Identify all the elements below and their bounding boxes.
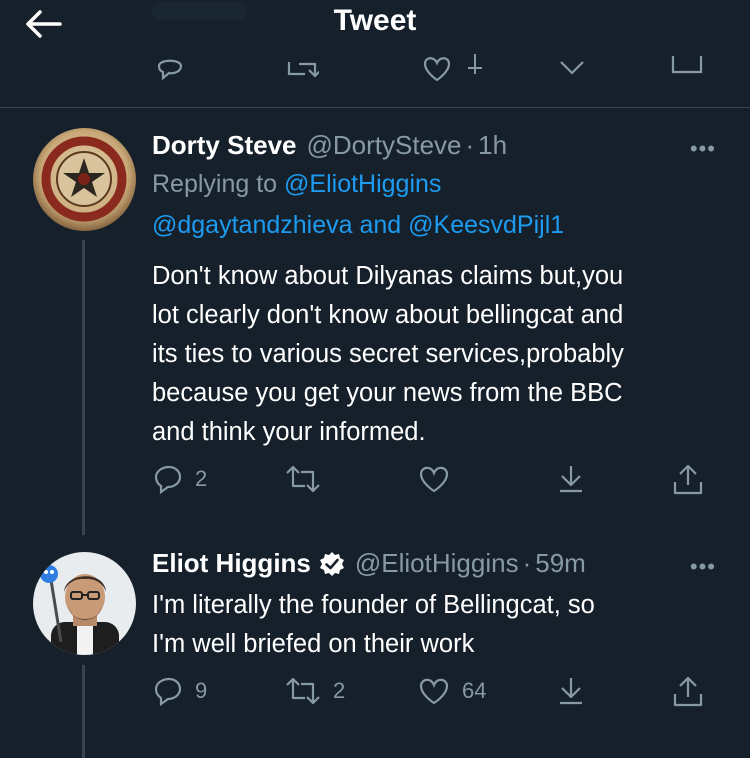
download-button[interactable] (556, 464, 586, 494)
more-options-icon[interactable]: ••• (690, 136, 716, 162)
tweet-text: Don't know about Dilyanas claims but,you… (152, 257, 727, 452)
reply-button[interactable]: 2 (153, 464, 207, 494)
like-button[interactable]: 64 (418, 676, 486, 706)
tweet-header: Dorty Steve @DortySteve · 1h (152, 130, 507, 161)
verified-badge-icon (319, 551, 345, 577)
tweet-text-line: and think your informed. (152, 418, 426, 446)
like-icon[interactable] (422, 54, 452, 86)
download-icon (560, 466, 582, 493)
separator: · (522, 548, 532, 578)
reply-count: 9 (195, 678, 208, 703)
like-icon (419, 466, 449, 493)
tweet-text-line: its ties to various secret services,prob… (152, 340, 624, 368)
reply-icon (154, 465, 182, 494)
share-button[interactable] (672, 676, 704, 708)
retweet-button[interactable] (285, 464, 333, 494)
download-button[interactable] (556, 676, 586, 706)
retweet-icon[interactable] (285, 54, 322, 86)
display-name[interactable]: Dorty Steve (152, 130, 297, 161)
tweet-text: I'm literally the founder of Bellingcat,… (152, 586, 727, 664)
plus-icon (468, 54, 482, 86)
replying-prefix: Replying to (152, 170, 278, 198)
replying-to: Replying to @EliotHiggins (152, 164, 441, 205)
tweet-text-line: lot clearly don't know about bellingcat … (152, 301, 624, 329)
tweet-header: Eliot Higgins @EliotHiggins · 59m (152, 548, 586, 579)
avatar[interactable] (33, 552, 136, 655)
share-icon[interactable] (670, 54, 704, 86)
share-icon (673, 464, 703, 495)
display-name[interactable]: Eliot Higgins (152, 548, 311, 579)
retweet-icon (286, 677, 320, 705)
tweet-text-line: because you get your news from the BBC (152, 379, 623, 407)
mention-link[interactable]: @KeesvdPijl1 (408, 211, 564, 239)
reply-button[interactable]: 9 (153, 676, 207, 706)
chevron-down-icon[interactable] (557, 54, 587, 86)
like-icon (419, 678, 449, 705)
mention-conjunction[interactable]: and (359, 211, 401, 239)
like-button[interactable] (418, 464, 462, 494)
user-handle[interactable]: @EliotHiggins (355, 548, 519, 579)
retweet-count: 2 (333, 678, 346, 703)
reply-count: 2 (195, 466, 208, 491)
tweet-actions: 9 2 64 (0, 676, 750, 716)
share-icon (673, 676, 703, 707)
page-title: Tweet (333, 4, 417, 37)
replying-to-continued: @dgaytandzhieva and @KeesvdPijl1 (152, 205, 564, 246)
retweet-button[interactable]: 2 (285, 676, 345, 706)
reply-icon (154, 677, 182, 706)
share-button[interactable] (672, 464, 704, 496)
mention-link[interactable]: @dgaytandzhieva (152, 211, 353, 239)
tweet-text-line: I'm literally the founder of Bellingcat,… (152, 591, 595, 619)
previous-tweet-actions (0, 46, 750, 86)
top-bar: Tweet (0, 0, 750, 50)
more-options-icon[interactable]: ••• (690, 554, 716, 580)
user-handle[interactable]: @DortySteve (307, 130, 462, 161)
tweet-text-line: I'm well briefed on their work (152, 630, 475, 658)
retweet-icon (286, 465, 320, 493)
mention-link[interactable]: @EliotHiggins (284, 170, 441, 198)
divider (0, 107, 750, 108)
reply-icon[interactable] (155, 54, 185, 86)
timestamp[interactable]: 1h (478, 130, 507, 161)
timestamp[interactable]: 59m (535, 548, 586, 579)
tweet-actions: 2 (0, 464, 750, 504)
download-icon (560, 678, 582, 705)
separator: · (465, 130, 475, 160)
tweet-text-line: Don't know about Dilyanas claims but,you (152, 262, 624, 290)
avatar[interactable] (33, 128, 136, 231)
like-count: 64 (462, 678, 487, 703)
